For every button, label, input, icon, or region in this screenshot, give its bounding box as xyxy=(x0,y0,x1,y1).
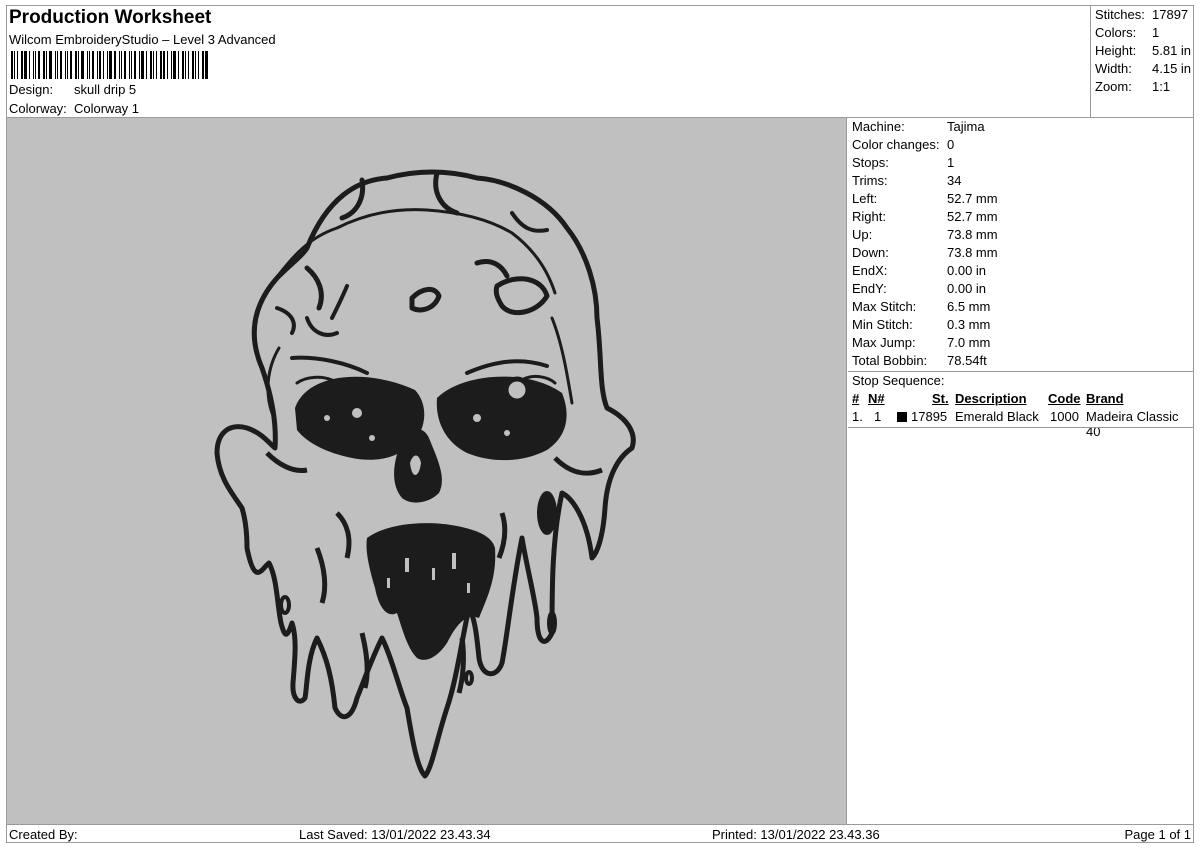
stat-value: 1 xyxy=(1152,25,1160,40)
info-row: Stops: 1 xyxy=(852,155,954,170)
worksheet-footer: Created By: Last Saved: 13/01/2022 23.43… xyxy=(7,824,1193,842)
stat-row: Height: 5.81 in xyxy=(1095,43,1191,58)
stat-row: Width: 4.15 in xyxy=(1095,61,1191,76)
colorway-row: Colorway: Colorway 1 xyxy=(9,101,139,116)
production-worksheet: Production Worksheet Wilcom EmbroiderySt… xyxy=(6,5,1194,843)
col-brand: Brand xyxy=(1086,391,1124,406)
design-label: Design: xyxy=(9,82,54,97)
cell-st: 17895 xyxy=(911,409,948,424)
info-value: 73.8 mm xyxy=(947,227,998,242)
info-label: Right: xyxy=(852,209,886,224)
info-label: Stops: xyxy=(852,155,889,170)
col-n: N# xyxy=(868,391,885,406)
colorway-label: Colorway: xyxy=(9,101,67,116)
stat-value: 1:1 xyxy=(1152,79,1171,94)
stat-row: Zoom: 1:1 xyxy=(1095,79,1170,94)
printed-date: Printed: 13/01/2022 23.43.36 xyxy=(712,827,880,842)
info-value: 0 xyxy=(947,137,955,152)
stat-value: 17897 xyxy=(1152,7,1189,22)
info-value: 78.54ft xyxy=(947,353,987,368)
info-label: Max Jump: xyxy=(852,335,916,350)
info-row: Max Jump: 7.0 mm xyxy=(852,335,990,350)
divider xyxy=(848,427,1193,428)
cell-brand: Madeira Classic 40 xyxy=(1086,409,1179,439)
table-row: 1. 1 17895 Emerald Black 1000 Madeira Cl… xyxy=(848,409,1193,439)
stat-label: Colors: xyxy=(1095,25,1137,40)
last-saved: Last Saved: 13/01/2022 23.43.34 xyxy=(299,827,491,842)
software-name: Wilcom EmbroideryStudio – Level 3 Advanc… xyxy=(9,32,276,47)
info-label: Max Stitch: xyxy=(852,299,917,314)
info-row: Total Bobbin: 78.54ft xyxy=(852,353,987,368)
info-row: Left: 52.7 mm xyxy=(852,191,998,206)
info-row: Trims: 34 xyxy=(852,173,961,188)
info-label: EndX: xyxy=(852,263,888,278)
design-stats: Stitches: 17897 Colors: 1 Height: 5.81 in W… xyxy=(1090,6,1193,118)
stat-row: Stitches: 17897 xyxy=(1095,7,1188,22)
info-label: Total Bobbin: xyxy=(852,353,928,368)
info-row: Up: 73.8 mm xyxy=(852,227,998,242)
col-code: Code xyxy=(1048,391,1081,406)
stat-value: 4.15 in xyxy=(1152,61,1192,76)
info-row: Down: 73.8 mm xyxy=(852,245,998,260)
info-label: Color changes: xyxy=(852,137,940,152)
thread-color-swatch xyxy=(897,412,907,422)
design-row: Design: skull drip 5 xyxy=(9,82,136,97)
colorway-value: Colorway 1 xyxy=(74,101,140,116)
info-label: Left: xyxy=(852,191,878,206)
stat-label: Width: xyxy=(1095,61,1132,76)
stop-sequence-title: Stop Sequence: xyxy=(852,373,945,388)
cell-code: 1000 xyxy=(1050,409,1079,424)
info-label: Trims: xyxy=(852,173,888,188)
machine-info-panel: Machine: Tajima Color changes: 0 Stops: 1 T… xyxy=(848,118,1193,824)
divider xyxy=(848,371,1193,372)
info-row: Max Stitch: 6.5 mm xyxy=(852,299,990,314)
stat-value: 5.81 in xyxy=(1152,43,1192,58)
info-row: EndY: 0.00 in xyxy=(852,281,986,296)
page-title: Production Worksheet xyxy=(9,7,212,28)
info-row: Machine: Tajima xyxy=(852,119,985,134)
barcode-icon xyxy=(11,51,211,79)
design-preview xyxy=(7,118,847,824)
info-value: 34 xyxy=(947,173,962,188)
cell-n: 1 xyxy=(874,409,882,424)
info-value: 1 xyxy=(947,155,955,170)
info-label: EndY: xyxy=(852,281,887,296)
info-row: Right: 52.7 mm xyxy=(852,209,998,224)
stat-label: Zoom: xyxy=(1095,79,1132,94)
info-value: 52.7 mm xyxy=(947,209,998,224)
info-label: Min Stitch: xyxy=(852,317,913,332)
col-description: Description xyxy=(955,391,1027,406)
info-row: Color changes: 0 xyxy=(852,137,954,152)
design-value: skull drip 5 xyxy=(74,82,137,97)
info-value: 73.8 mm xyxy=(947,245,998,260)
info-label: Machine: xyxy=(852,119,905,134)
info-row: EndX: 0.00 in xyxy=(852,263,986,278)
stat-label: Stitches: xyxy=(1095,7,1145,22)
col-st: St. xyxy=(932,391,949,406)
created-by: Created By: xyxy=(9,827,78,842)
cell-num: 1. xyxy=(852,409,863,424)
info-value: 6.5 mm xyxy=(947,299,991,314)
page-number: Page 1 of 1 xyxy=(1124,827,1192,842)
stat-row: Colors: 1 xyxy=(1095,25,1159,40)
info-value: 52.7 mm xyxy=(947,191,998,206)
col-num: # xyxy=(852,391,860,406)
info-value: Tajima xyxy=(947,119,985,134)
cell-description: Emerald Black xyxy=(955,409,1039,424)
info-row: Min Stitch: 0.3 mm xyxy=(852,317,990,332)
worksheet-header: Production Worksheet Wilcom EmbroiderySt… xyxy=(7,6,1193,118)
skull-drip-embroidery-image xyxy=(214,169,636,779)
stop-sequence-header: # N# St. Description Code Brand xyxy=(848,391,1193,408)
info-value: 7.0 mm xyxy=(947,335,991,350)
stat-label: Height: xyxy=(1095,43,1137,58)
info-value: 0.00 in xyxy=(947,263,987,278)
info-value: 0.00 in xyxy=(947,281,987,296)
info-label: Up: xyxy=(852,227,873,242)
info-label: Down: xyxy=(852,245,889,260)
info-value: 0.3 mm xyxy=(947,317,991,332)
